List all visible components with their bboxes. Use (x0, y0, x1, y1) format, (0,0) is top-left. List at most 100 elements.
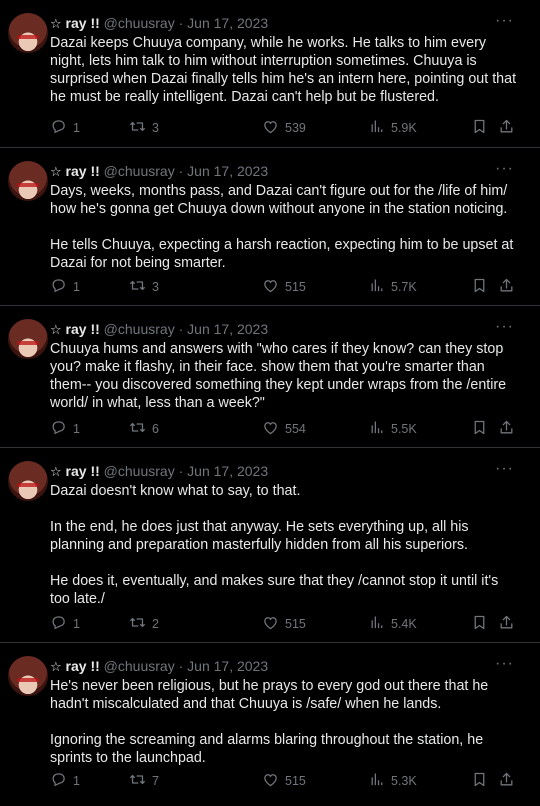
tweet-header: ☆ ray !! @chuusray · Jun 17, 2023 (50, 14, 268, 33)
like-count: 515 (285, 280, 306, 294)
like-button[interactable]: 515 (262, 614, 306, 634)
retweet-count: 2 (152, 617, 159, 631)
tweet-date[interactable]: Jun 17, 2023 (187, 463, 268, 479)
reply-count: 1 (73, 422, 80, 436)
like-button[interactable]: 515 (262, 277, 306, 297)
tweet-paragraph: Dazai keeps Chuuya company, while he wor… (50, 35, 517, 105)
like-button[interactable]: 554 (262, 419, 306, 439)
reply-button[interactable]: 1 (50, 277, 80, 297)
reply-button[interactable]: 1 (50, 118, 80, 138)
retweet-button[interactable]: 3 (129, 118, 159, 138)
separator: · (178, 321, 184, 337)
more-options-icon[interactable]: ··· (495, 460, 514, 478)
more-options-icon[interactable]: ··· (495, 12, 514, 30)
tweet-date[interactable]: Jun 17, 2023 (187, 163, 268, 179)
tweet[interactable]: ☆ ray !! @chuusray · Jun 17, 2023 ··· Daza… (0, 0, 540, 147)
retweet-count: 3 (152, 280, 159, 294)
user-handle[interactable]: @chuusray (104, 658, 175, 674)
share-button[interactable] (498, 419, 515, 439)
reply-count: 1 (73, 774, 80, 788)
more-options-icon[interactable]: ··· (495, 318, 514, 336)
tweet[interactable]: ☆ ray !! @chuusray · Jun 17, 2023 ··· Chuu… (0, 305, 540, 447)
tweet-text: Dazai doesn't know what to say, to that.… (50, 482, 520, 608)
like-count: 515 (285, 774, 306, 788)
reply-count: 1 (73, 617, 80, 631)
tweet[interactable]: ☆ ray !! @chuusray · Jun 17, 2023 ··· Days… (0, 147, 540, 305)
avatar[interactable] (8, 656, 48, 696)
avatar[interactable] (8, 13, 48, 53)
display-name[interactable]: ray !! (66, 658, 100, 674)
view-count: 5.7K (391, 280, 417, 294)
more-options-icon[interactable]: ··· (495, 655, 514, 673)
views-button[interactable]: 5.5K (368, 419, 417, 439)
views-button[interactable]: 5.3K (368, 771, 417, 791)
tweet-paragraph: Dazai doesn't know what to say, to that. (50, 483, 301, 499)
tweet-text: Days, weeks, months pass, and Dazai can'… (50, 182, 520, 272)
tweet-date[interactable]: Jun 17, 2023 (187, 658, 268, 674)
tweet-date[interactable]: Jun 17, 2023 (187, 15, 268, 31)
user-handle[interactable]: @chuusray (104, 163, 175, 179)
tweet-paragraph: Days, weeks, months pass, and Dazai can'… (50, 183, 508, 217)
user-handle[interactable]: @chuusray (104, 321, 175, 337)
tweet[interactable]: ☆ ray !! @chuusray · Jun 17, 2023 ··· He's… (0, 642, 540, 806)
bookmark-button[interactable] (471, 419, 488, 439)
bookmark-button[interactable] (471, 771, 488, 791)
share-button[interactable] (498, 118, 515, 138)
bookmark-icon (471, 771, 488, 791)
heart-icon (262, 277, 279, 297)
retweet-button[interactable]: 6 (129, 419, 159, 439)
retweet-count: 3 (152, 121, 159, 135)
like-button[interactable]: 515 (262, 771, 306, 791)
retweet-button[interactable]: 3 (129, 277, 159, 297)
share-button[interactable] (498, 614, 515, 634)
views-button[interactable]: 5.7K (368, 277, 417, 297)
view-count: 5.5K (391, 422, 417, 436)
reply-button[interactable]: 1 (50, 771, 80, 791)
share-button[interactable] (498, 771, 515, 791)
more-options-icon[interactable]: ··· (495, 160, 514, 178)
retweet-button[interactable]: 2 (129, 614, 159, 634)
share-button[interactable] (498, 277, 515, 297)
star-icon: ☆ (50, 464, 62, 479)
star-icon: ☆ (50, 16, 62, 31)
avatar[interactable] (8, 161, 48, 201)
tweet-paragraph: Chuuya hums and answers with "who cares … (50, 341, 507, 411)
display-name[interactable]: ray !! (66, 15, 100, 31)
heart-icon (262, 614, 279, 634)
tweet-date[interactable]: Jun 17, 2023 (187, 321, 268, 337)
avatar[interactable] (8, 319, 48, 359)
tweet-header: ☆ ray !! @chuusray · Jun 17, 2023 (50, 320, 268, 339)
avatar[interactable] (8, 461, 48, 501)
share-icon (498, 614, 515, 634)
like-count: 539 (285, 121, 306, 135)
retweet-button[interactable]: 7 (129, 771, 159, 791)
retweet-icon (129, 419, 146, 439)
bookmark-button[interactable] (471, 277, 488, 297)
retweet-icon (129, 277, 146, 297)
tweet-text: He's never been religious, but he prays … (50, 677, 520, 767)
retweet-icon (129, 771, 146, 791)
user-handle[interactable]: @chuusray (104, 463, 175, 479)
reply-button[interactable]: 1 (50, 419, 80, 439)
views-button[interactable]: 5.9K (368, 118, 417, 138)
views-button[interactable]: 5.4K (368, 614, 417, 634)
bookmark-icon (471, 419, 488, 439)
like-button[interactable]: 539 (262, 118, 306, 138)
reply-count: 1 (73, 121, 80, 135)
display-name[interactable]: ray !! (66, 321, 100, 337)
tweet[interactable]: ☆ ray !! @chuusray · Jun 17, 2023 ··· Daza… (0, 447, 540, 642)
star-icon: ☆ (50, 164, 62, 179)
reply-button[interactable]: 1 (50, 614, 80, 634)
like-count: 515 (285, 617, 306, 631)
display-name[interactable]: ray !! (66, 463, 100, 479)
retweet-count: 7 (152, 774, 159, 788)
retweet-icon (129, 614, 146, 634)
tweet-text: Chuuya hums and answers with "who cares … (50, 340, 520, 412)
user-handle[interactable]: @chuusray (104, 15, 175, 31)
bookmark-icon (471, 118, 488, 138)
display-name[interactable]: ray !! (66, 163, 100, 179)
bookmark-button[interactable] (471, 118, 488, 138)
view-count: 5.3K (391, 774, 417, 788)
bookmark-button[interactable] (471, 614, 488, 634)
tweet-header: ☆ ray !! @chuusray · Jun 17, 2023 (50, 657, 268, 676)
